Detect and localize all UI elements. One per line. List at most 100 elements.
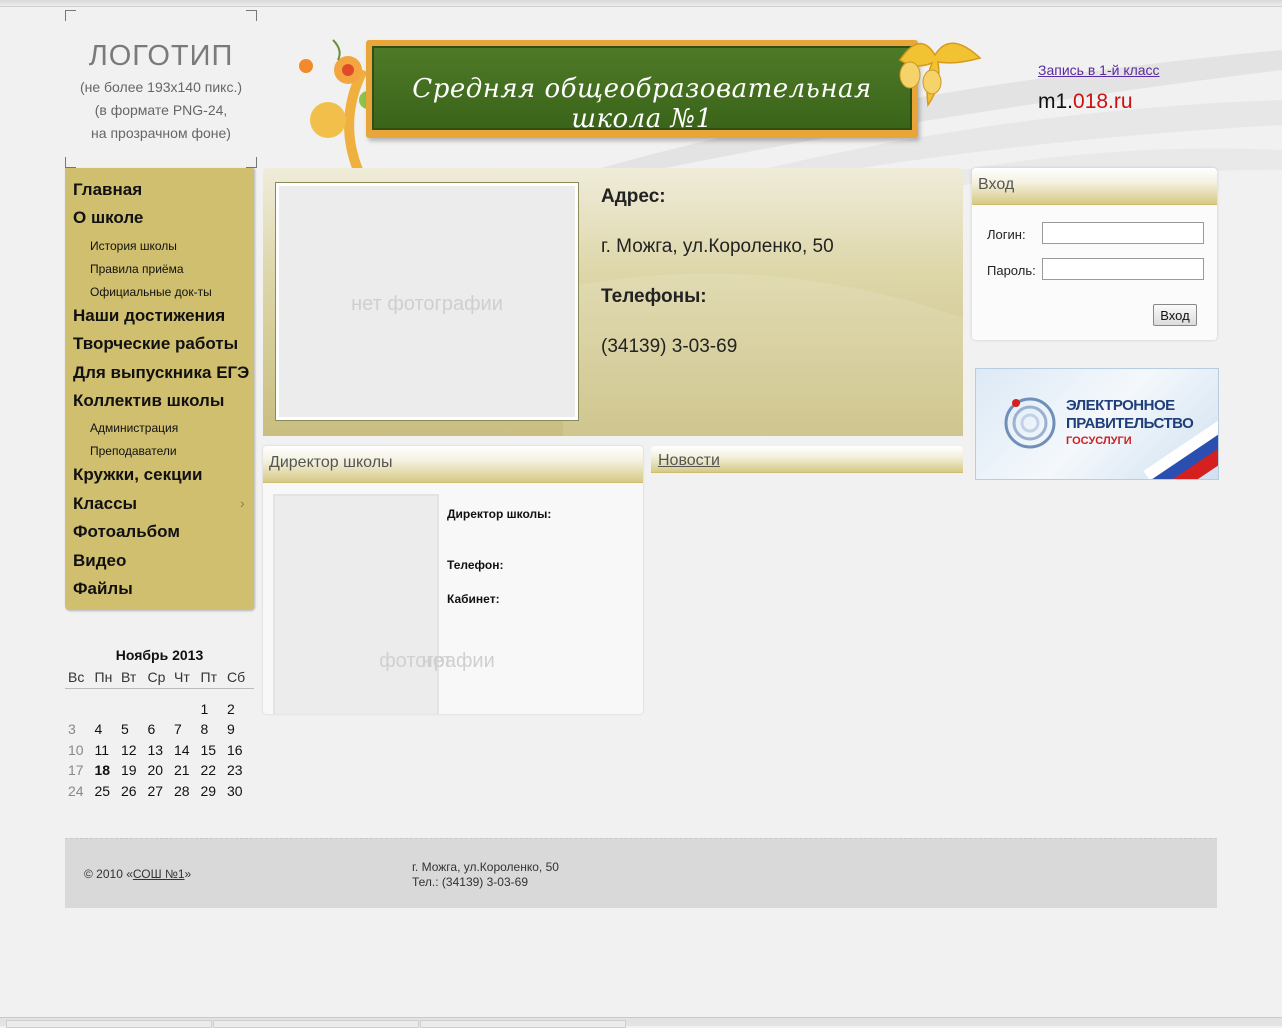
calendar-day[interactable]: 8 <box>198 721 225 737</box>
director-panel-header: Директор школы <box>263 446 643 483</box>
calendar-weekday: Пн <box>94 669 113 686</box>
gosuslugi-emblem-icon <box>1004 397 1056 449</box>
footer-address: г. Можга, ул.Короленко, 50 <box>412 860 559 874</box>
director-panel-title: Директор школы <box>269 454 393 471</box>
menu-subitem[interactable]: Официальные док-ты <box>90 285 212 299</box>
calendar-day[interactable]: 5 <box>118 721 145 737</box>
calendar-day[interactable]: 11 <box>92 742 119 758</box>
calendar-day[interactable]: 21 <box>171 762 198 778</box>
calendar-day[interactable]: 25 <box>92 783 119 799</box>
calendar-weekday: Пт <box>200 669 217 686</box>
calendar-day[interactable]: 1 <box>198 701 225 717</box>
calendar-day[interactable]: 26 <box>118 783 145 799</box>
photo-placeholder-line: фотографии <box>379 650 495 672</box>
calendar-weekday: Вс <box>68 669 85 686</box>
site-domain: m1.018.ru <box>1038 90 1133 114</box>
logo-title: ЛОГОТИП <box>88 40 234 72</box>
calendar-day[interactable]: 29 <box>198 783 225 799</box>
calendar-day[interactable]: 9 <box>224 721 251 737</box>
news-panel-header: Новости <box>651 446 963 473</box>
calendar-week-row: 24 25 26 27 28 29 30 <box>65 781 254 802</box>
menu-item[interactable]: Для выпускника ЕГЭ <box>73 363 249 383</box>
calendar-day[interactable]: 28 <box>171 783 198 799</box>
menu-subitem[interactable]: История школы <box>90 239 177 253</box>
gosuslugi-line1: ЭЛЕКТРОННОЕ <box>1066 397 1175 414</box>
menu-item[interactable]: Творческие работы <box>73 334 238 354</box>
calendar-day[interactable]: 24 <box>65 783 92 799</box>
calendar-day[interactable]: 19 <box>118 762 145 778</box>
director-office-label: Кабинет: <box>447 592 500 606</box>
calendar-day[interactable]: 6 <box>145 721 172 737</box>
menu-item[interactable]: Кружки, секции <box>73 465 202 485</box>
phones-label: Телефоны: <box>601 286 707 307</box>
menu-item[interactable]: Классы <box>73 494 137 514</box>
menu-item[interactable]: Фотоальбом <box>73 522 180 542</box>
flower-decoration-icon <box>299 39 377 170</box>
calendar-day[interactable]: 7 <box>171 721 198 737</box>
director-name-label: Директор школы: <box>447 507 552 521</box>
menu-item[interactable]: Главная <box>73 180 142 200</box>
calendar-day[interactable]: 17 <box>65 762 92 778</box>
calendar-day[interactable]: 27 <box>145 783 172 799</box>
bell-bow-icon <box>898 42 982 108</box>
copyright-prefix: © 2010 « <box>84 867 133 881</box>
gosuslugi-line2: ПРАВИТЕЛЬСТВО <box>1066 415 1194 432</box>
calendar-week-row: 17 18 19 20 21 22 23 <box>65 760 254 781</box>
calendar-day[interactable]: 14 <box>171 742 198 758</box>
photo-placeholder-text: нет фотографии <box>351 293 503 315</box>
logo-hint-line: (не более 193x140 пикс.) <box>79 79 243 95</box>
calendar-day[interactable]: 23 <box>224 762 251 778</box>
menu-item[interactable]: Файлы <box>73 579 133 599</box>
calendar-day[interactable]: 20 <box>145 762 172 778</box>
calendar-day[interactable]: 2 <box>224 701 251 717</box>
password-input[interactable] <box>1042 258 1204 280</box>
director-photo-placeholder: нет фотографии <box>273 494 495 714</box>
login-panel: Вход Логин: Пароль: Вход <box>972 168 1217 340</box>
site-footer: © 2010 «СОШ №1» г. Можга, ул.Короленко, … <box>65 838 1217 908</box>
calendar-day[interactable]: 12 <box>118 742 145 758</box>
login-label: Логин: <box>987 227 1026 242</box>
menu-item[interactable]: Коллектив школы <box>73 391 224 411</box>
login-panel-header: Вход <box>972 168 1217 205</box>
calendar-day[interactable]: 15 <box>198 742 225 758</box>
logo-placeholder[interactable]: ЛОГОТИП (не более 193x140 пикс.) (в форм… <box>63 10 259 168</box>
calendar-day[interactable]: 3 <box>65 721 92 737</box>
browser-top-edge <box>0 0 1282 7</box>
calendar-day[interactable]: 30 <box>224 783 251 799</box>
crop-corner-icon <box>246 10 257 21</box>
sidebar-menu: Главная О школе История школы Правила приём… <box>65 168 254 610</box>
crop-corner-icon <box>65 10 76 21</box>
login-input[interactable] <box>1042 222 1204 244</box>
school-photo-placeholder: нет фотографии <box>275 182 579 421</box>
enroll-first-grade-link[interactable]: Запись в 1-й класс <box>1038 62 1160 78</box>
calendar: Вс Пн Вт Ср Чт Пт Сб 1 2 3 4 5 6 7 8 9 10 11 12 13 14 15 16 17 1… <box>65 667 254 801</box>
menu-item[interactable]: Наши достижения <box>73 306 225 326</box>
menu-item[interactable]: Видео <box>73 551 126 571</box>
school-title-banner: Средняя общеобразовательная школа №1 <box>366 40 918 138</box>
gosuslugi-banner[interactable]: ЭЛЕКТРОННОЕ ПРАВИТЕЛЬСТВО ГОСУСЛУГИ <box>975 368 1219 480</box>
logo-hint-line: на прозрачном фоне) <box>91 125 231 141</box>
login-submit-button[interactable]: Вход <box>1153 304 1197 326</box>
calendar-weekday-row: Вс Пн Вт Ср Чт Пт Сб <box>65 667 254 689</box>
calendar-weekday: Чт <box>174 669 190 686</box>
crop-corner-icon <box>65 157 76 168</box>
copyright-suffix: » <box>184 867 192 881</box>
news-link[interactable]: Новости <box>658 452 720 470</box>
gosuslugi-line3: ГОСУСЛУГИ <box>1066 435 1132 447</box>
calendar-weekday: Вт <box>121 669 137 686</box>
address-value: г. Можга, ул.Короленко, 50 <box>601 236 834 257</box>
calendar-day[interactable]: 22 <box>198 762 225 778</box>
menu-subitem[interactable]: Администрация <box>90 421 178 435</box>
menu-subitem[interactable]: Преподаватели <box>90 444 177 458</box>
calendar-day[interactable]: 4 <box>92 721 119 737</box>
calendar-day[interactable]: 18 <box>92 762 119 778</box>
calendar-day[interactable]: 16 <box>224 742 251 758</box>
calendar-week-row: 10 11 12 13 14 15 16 <box>65 740 254 761</box>
submenu-arrow-icon: › <box>240 494 245 511</box>
calendar-day[interactable]: 10 <box>65 742 92 758</box>
footer-school-link[interactable]: СОШ №1 <box>133 867 185 881</box>
calendar-day[interactable]: 13 <box>145 742 172 758</box>
footer-phone: Тел.: (34139) 3-03-69 <box>412 875 528 889</box>
menu-item[interactable]: О школе <box>73 208 143 228</box>
menu-subitem[interactable]: Правила приёма <box>90 262 184 276</box>
